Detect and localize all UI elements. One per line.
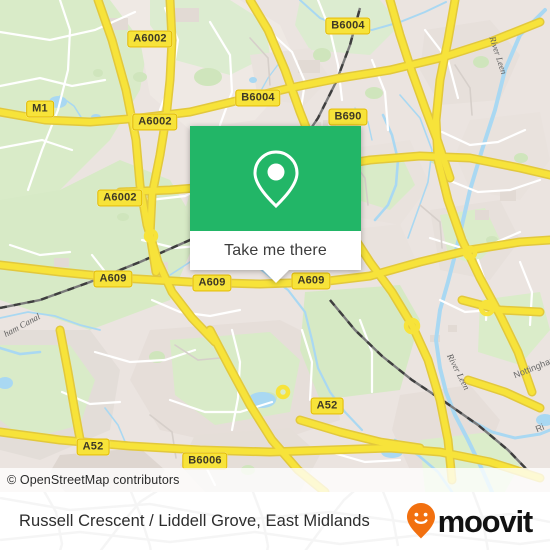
popup-card-header (190, 126, 361, 231)
road-shield-b6004[interactable]: B6004 (325, 17, 371, 35)
attribution-text: © OpenStreetMap contributors (7, 473, 180, 487)
road-shield-m1[interactable]: M1 (26, 100, 54, 118)
moovit-wordmark: moovit (437, 503, 534, 539)
map-attribution: © OpenStreetMap contributors (0, 468, 550, 492)
road-shield-b690[interactable]: B690 (328, 108, 368, 126)
page-title: Russell Crescent / Liddell Grove, East M… (19, 511, 370, 530)
road-shield-b6006[interactable]: B6006 (182, 452, 228, 470)
page-footer: Russell Crescent / Liddell Grove, East M… (0, 492, 550, 550)
map-pin-icon (252, 149, 299, 208)
popup-card-footer[interactable]: Take me there (190, 231, 361, 283)
moovit-logo[interactable]: moovit (406, 502, 534, 540)
popup-card-tail (262, 270, 289, 283)
road-shield-a6002[interactable]: A6002 (97, 189, 143, 207)
location-popup-card[interactable]: Take me there (190, 126, 361, 283)
road-shield-a52[interactable]: A52 (76, 438, 110, 456)
road-shield-a52[interactable]: A52 (310, 397, 344, 415)
road-shield-a6002[interactable]: A6002 (127, 30, 173, 48)
road-shield-b6004[interactable]: B6004 (235, 89, 281, 107)
road-shield-a609[interactable]: A609 (291, 272, 331, 290)
map-page: River Leen River Leen Nottingham Ri ham … (0, 0, 550, 550)
road-shield-a609[interactable]: A609 (93, 270, 133, 288)
moovit-smiley-pin-icon (406, 503, 435, 539)
road-shield-a609[interactable]: A609 (192, 274, 232, 292)
take-me-there-label: Take me there (224, 241, 327, 259)
road-shield-a6002[interactable]: A6002 (132, 113, 178, 131)
